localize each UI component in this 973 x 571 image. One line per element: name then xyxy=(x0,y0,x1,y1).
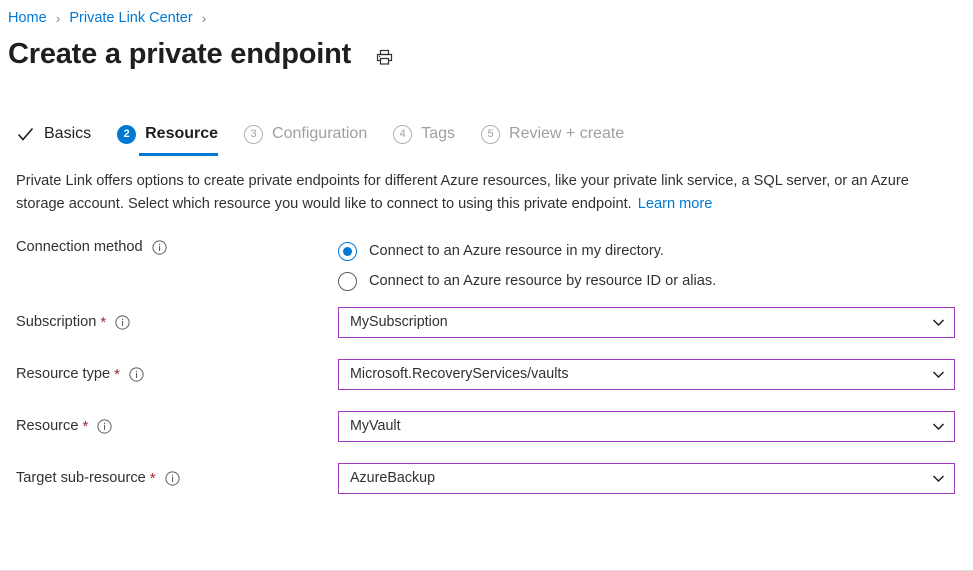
tab-basics[interactable]: Basics xyxy=(16,112,91,156)
tab-configuration[interactable]: 3 Configuration xyxy=(244,112,367,156)
form-row-target-sub-resource: Target sub-resource * AzureBackup xyxy=(16,452,973,504)
required-asterisk: * xyxy=(82,419,88,434)
description-body: Private Link offers options to create pr… xyxy=(16,173,909,212)
radio-connect-directory[interactable]: Connect to an Azure resource in my direc… xyxy=(338,236,973,266)
target-sub-resource-dropdown[interactable]: AzureBackup xyxy=(338,463,955,494)
label-text: Subscription xyxy=(16,314,96,330)
label-text: Target sub-resource xyxy=(16,470,146,486)
breadcrumb-item-home[interactable]: Home xyxy=(8,10,47,26)
info-icon[interactable] xyxy=(129,367,144,382)
connection-method-label: Connection method xyxy=(16,236,338,255)
form-row-resource-type: Resource type * Microsoft.RecoveryServic… xyxy=(16,348,973,400)
breadcrumb: Home › Private Link Center › xyxy=(0,0,973,28)
resource-label: Resource * xyxy=(16,418,338,434)
dropdown-value: Microsoft.RecoveryServices/vaults xyxy=(350,366,932,382)
info-icon[interactable] xyxy=(97,419,112,434)
learn-more-link[interactable]: Learn more xyxy=(638,196,713,212)
description-text: Private Link offers options to create pr… xyxy=(0,156,952,216)
form-row-connection-method: Connection method Connect to an Azure re… xyxy=(16,236,973,296)
info-icon[interactable] xyxy=(115,315,130,330)
chevron-down-icon xyxy=(932,472,945,485)
label-text: Connection method xyxy=(16,239,143,255)
subscription-label: Subscription * xyxy=(16,314,338,330)
required-asterisk: * xyxy=(150,471,156,486)
form-row-resource: Resource * MyVault xyxy=(16,400,973,452)
resource-dropdown[interactable]: MyVault xyxy=(338,411,955,442)
tab-label: Basics xyxy=(44,126,91,142)
radio-label: Connect to an Azure resource by resource… xyxy=(369,273,716,289)
info-icon[interactable] xyxy=(165,471,180,486)
tab-resource[interactable]: 2 Resource xyxy=(117,112,218,156)
tab-review-create[interactable]: 5 Review + create xyxy=(481,112,624,156)
label-text: Resource xyxy=(16,418,78,434)
tab-label: Resource xyxy=(145,126,218,142)
page-header: Create a private endpoint xyxy=(0,28,973,74)
page-title: Create a private endpoint xyxy=(8,34,351,74)
radio-connect-resource-id[interactable]: Connect to an Azure resource by resource… xyxy=(338,266,973,296)
tab-label: Configuration xyxy=(272,126,367,142)
dropdown-value: MySubscription xyxy=(350,314,932,330)
chevron-down-icon xyxy=(932,420,945,433)
dropdown-value: MyVault xyxy=(350,418,932,434)
tab-tags[interactable]: 4 Tags xyxy=(393,112,455,156)
tab-label: Tags xyxy=(421,126,455,142)
resource-type-label: Resource type * xyxy=(16,366,338,382)
chevron-down-icon xyxy=(932,368,945,381)
resource-type-dropdown[interactable]: Microsoft.RecoveryServices/vaults xyxy=(338,359,955,390)
resource-form: Connection method Connect to an Azure re… xyxy=(0,236,973,504)
check-icon xyxy=(16,125,35,144)
printer-icon[interactable] xyxy=(373,46,395,68)
connection-method-options: Connect to an Azure resource in my direc… xyxy=(338,236,973,296)
radio-indicator xyxy=(338,242,357,261)
target-sub-resource-label: Target sub-resource * xyxy=(16,470,338,486)
info-icon[interactable] xyxy=(152,240,167,255)
tab-label: Review + create xyxy=(509,126,624,142)
step-number-badge: 5 xyxy=(481,125,500,144)
dropdown-value: AzureBackup xyxy=(350,470,932,486)
wizard-tabs: Basics 2 Resource 3 Configuration 4 Tags… xyxy=(0,112,973,156)
radio-indicator xyxy=(338,272,357,291)
breadcrumb-item-private-link-center[interactable]: Private Link Center xyxy=(69,10,192,26)
breadcrumb-chevron-icon: › xyxy=(56,11,61,25)
subscription-dropdown[interactable]: MySubscription xyxy=(338,307,955,338)
required-asterisk: * xyxy=(114,367,120,382)
step-number-badge: 4 xyxy=(393,125,412,144)
label-text: Resource type xyxy=(16,366,110,382)
step-number-badge: 3 xyxy=(244,125,263,144)
breadcrumb-chevron-icon: › xyxy=(202,11,207,25)
radio-label: Connect to an Azure resource in my direc… xyxy=(369,243,664,259)
form-row-subscription: Subscription * MySubscription xyxy=(16,296,973,348)
chevron-down-icon xyxy=(932,316,945,329)
required-asterisk: * xyxy=(100,315,106,330)
step-number-badge: 2 xyxy=(117,125,136,144)
